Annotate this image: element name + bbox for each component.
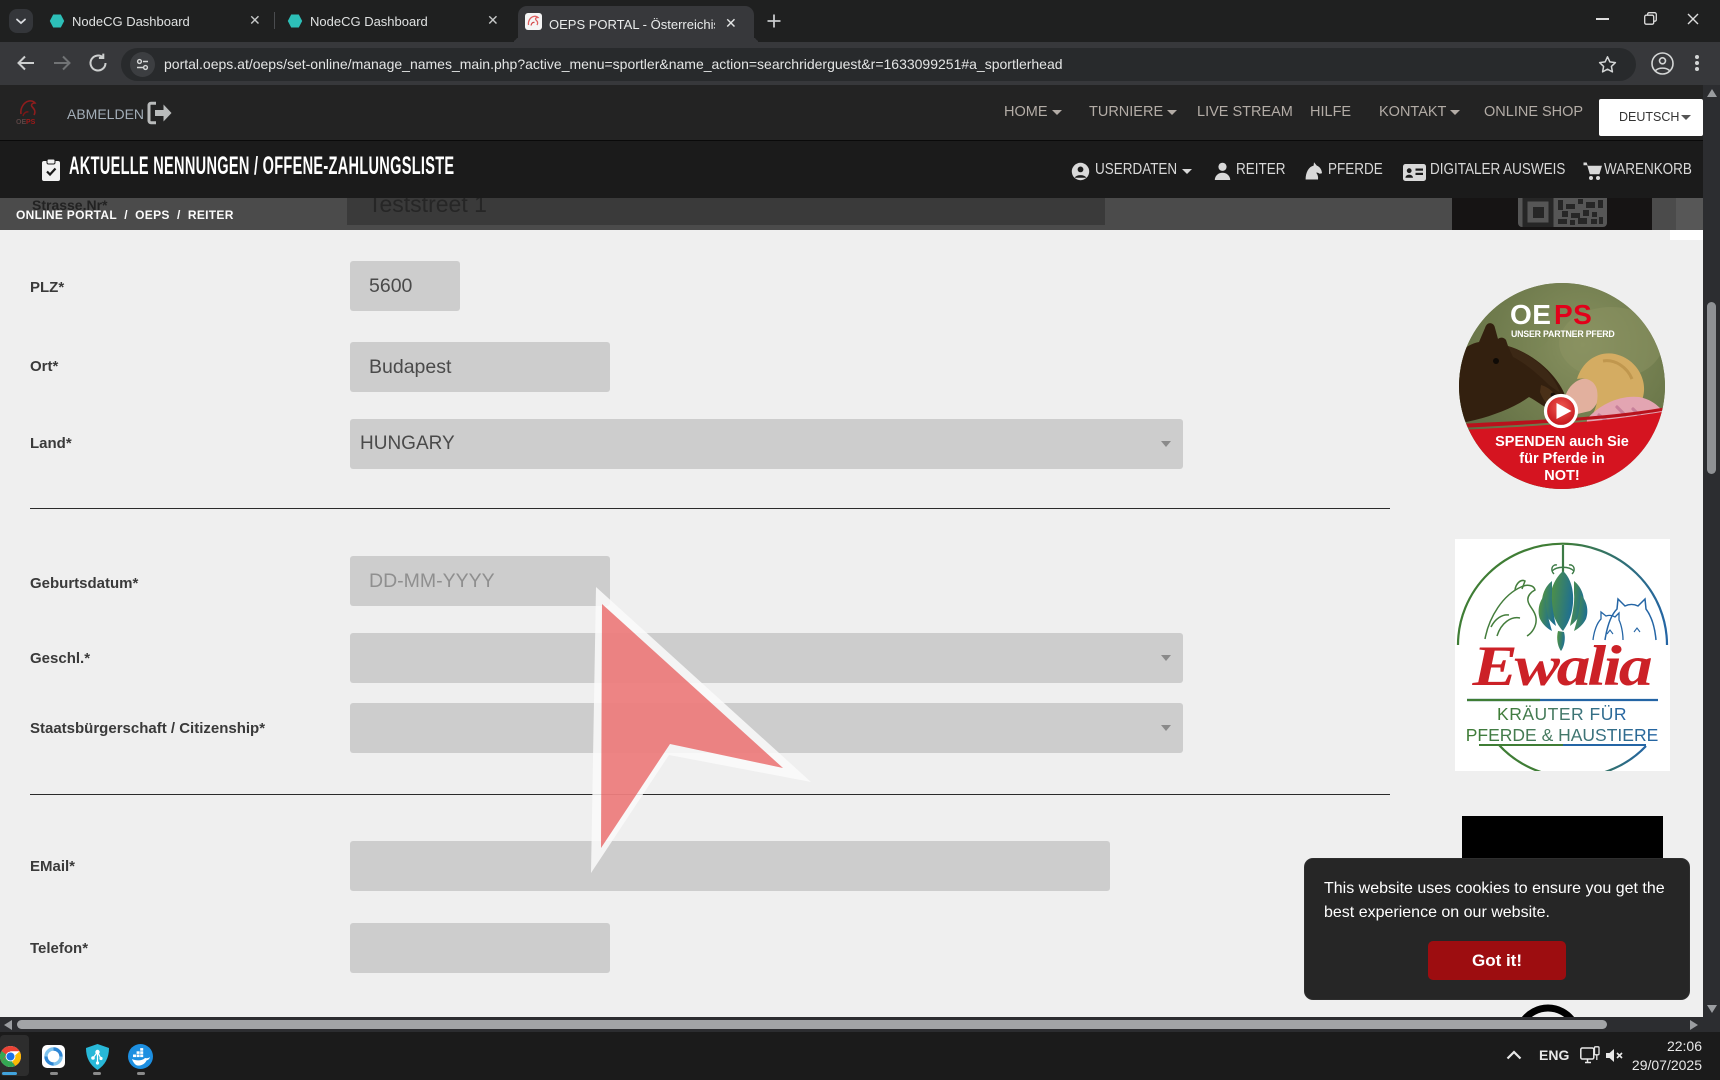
svg-text:OE: OE: [1510, 299, 1551, 330]
svg-text:UNSER PARTNER PFERD: UNSER PARTNER PFERD: [1511, 329, 1615, 339]
svg-text:PS: PS: [1554, 299, 1592, 330]
svg-text:für Pferde in: für Pferde in: [1519, 451, 1604, 467]
svg-text:Ewalia: Ewalia: [1471, 634, 1651, 698]
svg-text:PS: PS: [26, 119, 36, 126]
svg-text:NOT!: NOT!: [1544, 468, 1579, 484]
svg-text:PFERDE & HAUSTIERE: PFERDE & HAUSTIERE: [1466, 725, 1659, 745]
svg-text:KRÄUTER FÜR: KRÄUTER FÜR: [1497, 704, 1627, 724]
svg-text:OE: OE: [16, 119, 26, 126]
svg-text:SPENDEN auch Sie: SPENDEN auch Sie: [1495, 434, 1629, 450]
